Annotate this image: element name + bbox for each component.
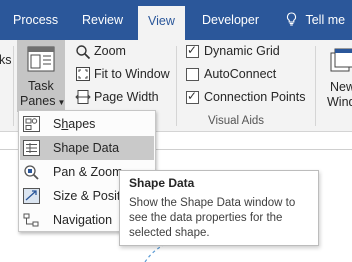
connection-points-checkbox[interactable]: ✓ bbox=[186, 89, 199, 104]
menu-item-label: Shape Data bbox=[53, 141, 120, 155]
tab-process[interactable]: Process bbox=[13, 0, 58, 40]
ribbon-separator bbox=[176, 46, 177, 126]
ribbon-separator bbox=[315, 46, 316, 126]
tab-developer[interactable]: Developer bbox=[202, 0, 259, 40]
checkmark-icon: ✓ bbox=[187, 89, 198, 103]
checkmark-icon: ✓ bbox=[187, 43, 198, 57]
menu-item-label: Navigation bbox=[53, 213, 113, 227]
page-width-icon bbox=[75, 89, 91, 108]
task-panes-icon bbox=[27, 46, 55, 75]
tooltip-title: Shape Data bbox=[129, 176, 195, 190]
shape-data-tooltip: Shape Data Show the Shape Data window to… bbox=[119, 170, 319, 246]
tell-me-box[interactable]: Tell me bbox=[286, 0, 345, 40]
task-panes-label-1: Task bbox=[28, 79, 54, 93]
shapes-window-icon bbox=[23, 116, 40, 132]
autoconnect-checkbox[interactable] bbox=[186, 68, 199, 81]
task-panes-button[interactable]: Task Panes ▼ bbox=[17, 40, 65, 112]
pan-zoom-icon bbox=[23, 164, 40, 180]
navigation-icon bbox=[23, 212, 40, 228]
zoom-button[interactable]: Zoom bbox=[94, 44, 126, 58]
zoom-icon bbox=[75, 44, 91, 63]
dropdown-arrow-icon: ▼ bbox=[57, 98, 66, 107]
fit-to-window-button[interactable]: Fit to Window bbox=[94, 67, 170, 81]
tab-view[interactable]: View bbox=[138, 6, 185, 40]
tab-review[interactable]: Review bbox=[82, 0, 123, 40]
connection-points-label: Connection Points bbox=[204, 90, 306, 104]
new-window-label-2[interactable]: Windo bbox=[327, 95, 352, 109]
tooltip-body: Show the Shape Data window to see the da… bbox=[129, 197, 296, 239]
size-position-icon bbox=[23, 188, 40, 204]
shape-data-icon bbox=[23, 140, 40, 156]
lightbulb-icon bbox=[286, 0, 298, 40]
page-width-button[interactable]: Page Width bbox=[94, 90, 159, 104]
tell-me-text: Tell me bbox=[305, 13, 346, 27]
ribbon-separator bbox=[13, 46, 14, 126]
visual-aids-group-label: Visual Aids bbox=[208, 115, 265, 127]
menu-item-label: Shapes bbox=[53, 117, 96, 131]
dynamic-grid-checkbox[interactable]: ✓ bbox=[186, 43, 199, 58]
ribbon-tab-bar: Process Review View Developer Tell me bbox=[0, 0, 352, 40]
new-window-icon bbox=[330, 48, 352, 77]
ribbon-cut-label: ks bbox=[0, 53, 12, 67]
fit-to-window-icon bbox=[75, 66, 91, 85]
menu-item-label: Size & Positi bbox=[53, 189, 124, 203]
dynamic-grid-label: Dynamic Grid bbox=[204, 44, 280, 58]
menu-item-label: Pan & Zoom bbox=[53, 165, 123, 179]
task-panes-label-2: Panes ▼ bbox=[20, 94, 66, 108]
menu-item-shape-data[interactable]: Shape Data bbox=[20, 136, 154, 160]
menu-item-shapes[interactable]: Shapes bbox=[20, 112, 154, 136]
autoconnect-label: AutoConnect bbox=[204, 67, 277, 81]
new-window-label-1[interactable]: New bbox=[330, 80, 352, 94]
